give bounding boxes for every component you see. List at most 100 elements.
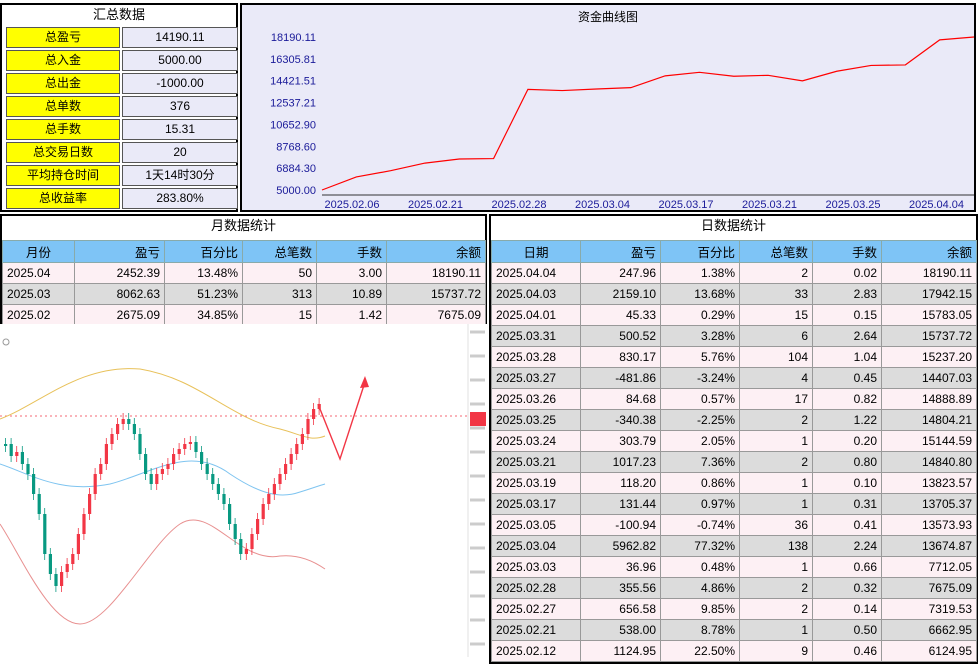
candle-body bbox=[188, 442, 192, 444]
table-cell: 5962.82 bbox=[580, 535, 661, 557]
table-cell: 1.38% bbox=[660, 262, 740, 284]
table-row[interactable]: 2025.04 2452.39 13.48% 50 3.00 18190.11 bbox=[2, 262, 486, 284]
column-header[interactable]: 百分比 bbox=[660, 240, 740, 263]
projection-arrowhead bbox=[360, 376, 369, 388]
table-cell: -481.86 bbox=[580, 367, 661, 389]
candle-body bbox=[272, 484, 276, 494]
table-cell: 0.82 bbox=[812, 388, 882, 410]
table-cell: 2025.02.21 bbox=[491, 619, 581, 641]
table-cell: 104 bbox=[739, 346, 813, 368]
candle-body bbox=[4, 444, 8, 446]
table-row[interactable]: 2025.03.24 303.79 2.05% 1 0.20 15144.59 bbox=[491, 430, 977, 452]
table-row[interactable]: 2025.03.26 84.68 0.57% 17 0.82 14888.89 bbox=[491, 388, 977, 410]
table-row[interactable]: 2025.02.12 1124.95 22.50% 9 0.46 6124.95 bbox=[491, 640, 977, 662]
column-header[interactable]: 百分比 bbox=[164, 240, 243, 263]
candle-body bbox=[127, 419, 131, 424]
table-row[interactable]: 2025.03.19 118.20 0.86% 1 0.10 13823.57 bbox=[491, 472, 977, 494]
candle-body bbox=[20, 452, 24, 464]
y-tick-label: 5000.00 bbox=[276, 185, 316, 197]
table-row[interactable]: 2025.03 8062.63 51.23% 313 10.89 15737.72 bbox=[2, 283, 486, 305]
candle-body bbox=[278, 474, 282, 484]
table-cell: 0.50 bbox=[812, 619, 882, 641]
table-cell: 1 bbox=[739, 472, 813, 494]
table-cell: 2 bbox=[739, 409, 813, 431]
table-cell: 0.86% bbox=[660, 472, 740, 494]
table-row[interactable]: 2025.03.21 1017.23 7.36% 2 0.80 14840.80 bbox=[491, 451, 977, 473]
table-cell: 1 bbox=[739, 556, 813, 578]
column-header[interactable]: 日期 bbox=[491, 240, 581, 263]
table-cell: 51.23% bbox=[164, 283, 243, 305]
daily-table: 日期 盈亏 百分比 总笔数 手数 余额 2025.04.04 247.96 1.38% 2 0.02… bbox=[491, 240, 977, 662]
x-tick-label: 2025.03.17 bbox=[658, 199, 713, 210]
table-row[interactable]: 2025.03.25 -340.38 -2.25% 2 1.22 14804.21 bbox=[491, 409, 977, 431]
table-cell: 2025.03.05 bbox=[491, 514, 581, 536]
table-row[interactable]: 2025.03.04 5962.82 77.32% 138 2.24 13674.87 bbox=[491, 535, 977, 557]
table-cell: 15 bbox=[242, 304, 317, 326]
column-header[interactable]: 余额 bbox=[881, 240, 977, 263]
table-row[interactable]: 2025.03.27 -481.86 -3.24% 4 0.45 14407.03 bbox=[491, 367, 977, 389]
candle-body bbox=[267, 494, 271, 504]
table-cell: 1.22 bbox=[812, 409, 882, 431]
table-cell: 2 bbox=[739, 598, 813, 620]
table-cell: 15783.05 bbox=[881, 304, 977, 326]
table-cell: 13705.37 bbox=[881, 493, 977, 515]
table-row[interactable]: 2025.03.03 36.96 0.48% 1 0.66 7712.05 bbox=[491, 556, 977, 578]
table-row[interactable]: 2025.02 2675.09 34.85% 15 1.42 7675.09 bbox=[2, 304, 486, 326]
table-cell: 22.50% bbox=[660, 640, 740, 662]
column-header[interactable]: 余额 bbox=[386, 240, 486, 263]
table-cell: 7675.09 bbox=[881, 577, 977, 599]
table-row[interactable]: 2025.03.17 131.44 0.97% 1 0.31 13705.37 bbox=[491, 493, 977, 515]
table-cell: 17942.15 bbox=[881, 283, 977, 305]
table-cell: 138 bbox=[739, 535, 813, 557]
equity-line bbox=[321, 36, 974, 191]
table-cell: 15 bbox=[739, 304, 813, 326]
table-cell: 2675.09 bbox=[74, 304, 165, 326]
column-header[interactable]: 手数 bbox=[812, 240, 882, 263]
band-upper bbox=[0, 368, 326, 439]
x-tick-label: 2025.02.21 bbox=[408, 199, 463, 210]
candle-body bbox=[228, 504, 232, 524]
candle-body bbox=[132, 424, 136, 434]
column-header[interactable]: 月份 bbox=[2, 240, 75, 263]
candle-body bbox=[244, 549, 248, 554]
table-cell: 8062.63 bbox=[74, 283, 165, 305]
table-cell: 1.42 bbox=[316, 304, 387, 326]
projection-arrow bbox=[317, 381, 366, 462]
table-row[interactable]: 2025.02.27 656.58 9.85% 2 0.14 7319.53 bbox=[491, 598, 977, 620]
table-row[interactable]: 2025.03.05 -100.94 -0.74% 36 0.41 13573.93 bbox=[491, 514, 977, 536]
candle-body bbox=[149, 474, 153, 484]
table-cell: 2025.03.19 bbox=[491, 472, 581, 494]
table-row[interactable]: 2025.02.21 538.00 8.78% 1 0.50 6662.95 bbox=[491, 619, 977, 641]
table-cell: 0.02 bbox=[812, 262, 882, 284]
summary-row: 总交易日数 20 bbox=[6, 142, 238, 163]
summary-row: 总单数 376 bbox=[6, 96, 238, 117]
current-price-marker bbox=[470, 412, 486, 426]
table-cell: 0.14 bbox=[812, 598, 882, 620]
column-header[interactable]: 盈亏 bbox=[74, 240, 165, 263]
table-cell: 17 bbox=[739, 388, 813, 410]
table-cell: 2025.02.27 bbox=[491, 598, 581, 620]
summary-row: 平均持仓时间 1天14时30分 bbox=[6, 165, 238, 186]
table-cell: 830.17 bbox=[580, 346, 661, 368]
candle-body bbox=[9, 444, 13, 456]
column-header[interactable]: 手数 bbox=[316, 240, 387, 263]
summary-row: 总出金 -1000.00 bbox=[6, 73, 238, 94]
table-row[interactable]: 2025.04.03 2159.10 13.68% 33 2.83 17942.15 bbox=[491, 283, 977, 305]
column-header[interactable]: 盈亏 bbox=[580, 240, 661, 263]
column-header[interactable]: 总笔数 bbox=[739, 240, 813, 263]
table-cell: 34.85% bbox=[164, 304, 243, 326]
table-row[interactable]: 2025.04.01 45.33 0.29% 15 0.15 15783.05 bbox=[491, 304, 977, 326]
table-cell: 313 bbox=[242, 283, 317, 305]
table-row[interactable]: 2025.02.28 355.56 4.86% 2 0.32 7675.09 bbox=[491, 577, 977, 599]
x-tick-label: 2025.03.04 bbox=[575, 199, 630, 210]
table-row[interactable]: 2025.03.28 830.17 5.76% 104 1.04 15237.20 bbox=[491, 346, 977, 368]
table-cell: 6 bbox=[739, 325, 813, 347]
candle-body bbox=[222, 494, 226, 504]
table-row[interactable]: 2025.04.04 247.96 1.38% 2 0.02 18190.11 bbox=[491, 262, 977, 284]
column-header[interactable]: 总笔数 bbox=[242, 240, 317, 263]
table-row[interactable]: 2025.03.31 500.52 3.28% 6 2.64 15737.72 bbox=[491, 325, 977, 347]
table-cell: 1.04 bbox=[812, 346, 882, 368]
table-cell: 18190.11 bbox=[386, 262, 486, 284]
table-cell: 0.45 bbox=[812, 367, 882, 389]
table-cell: 7675.09 bbox=[386, 304, 486, 326]
